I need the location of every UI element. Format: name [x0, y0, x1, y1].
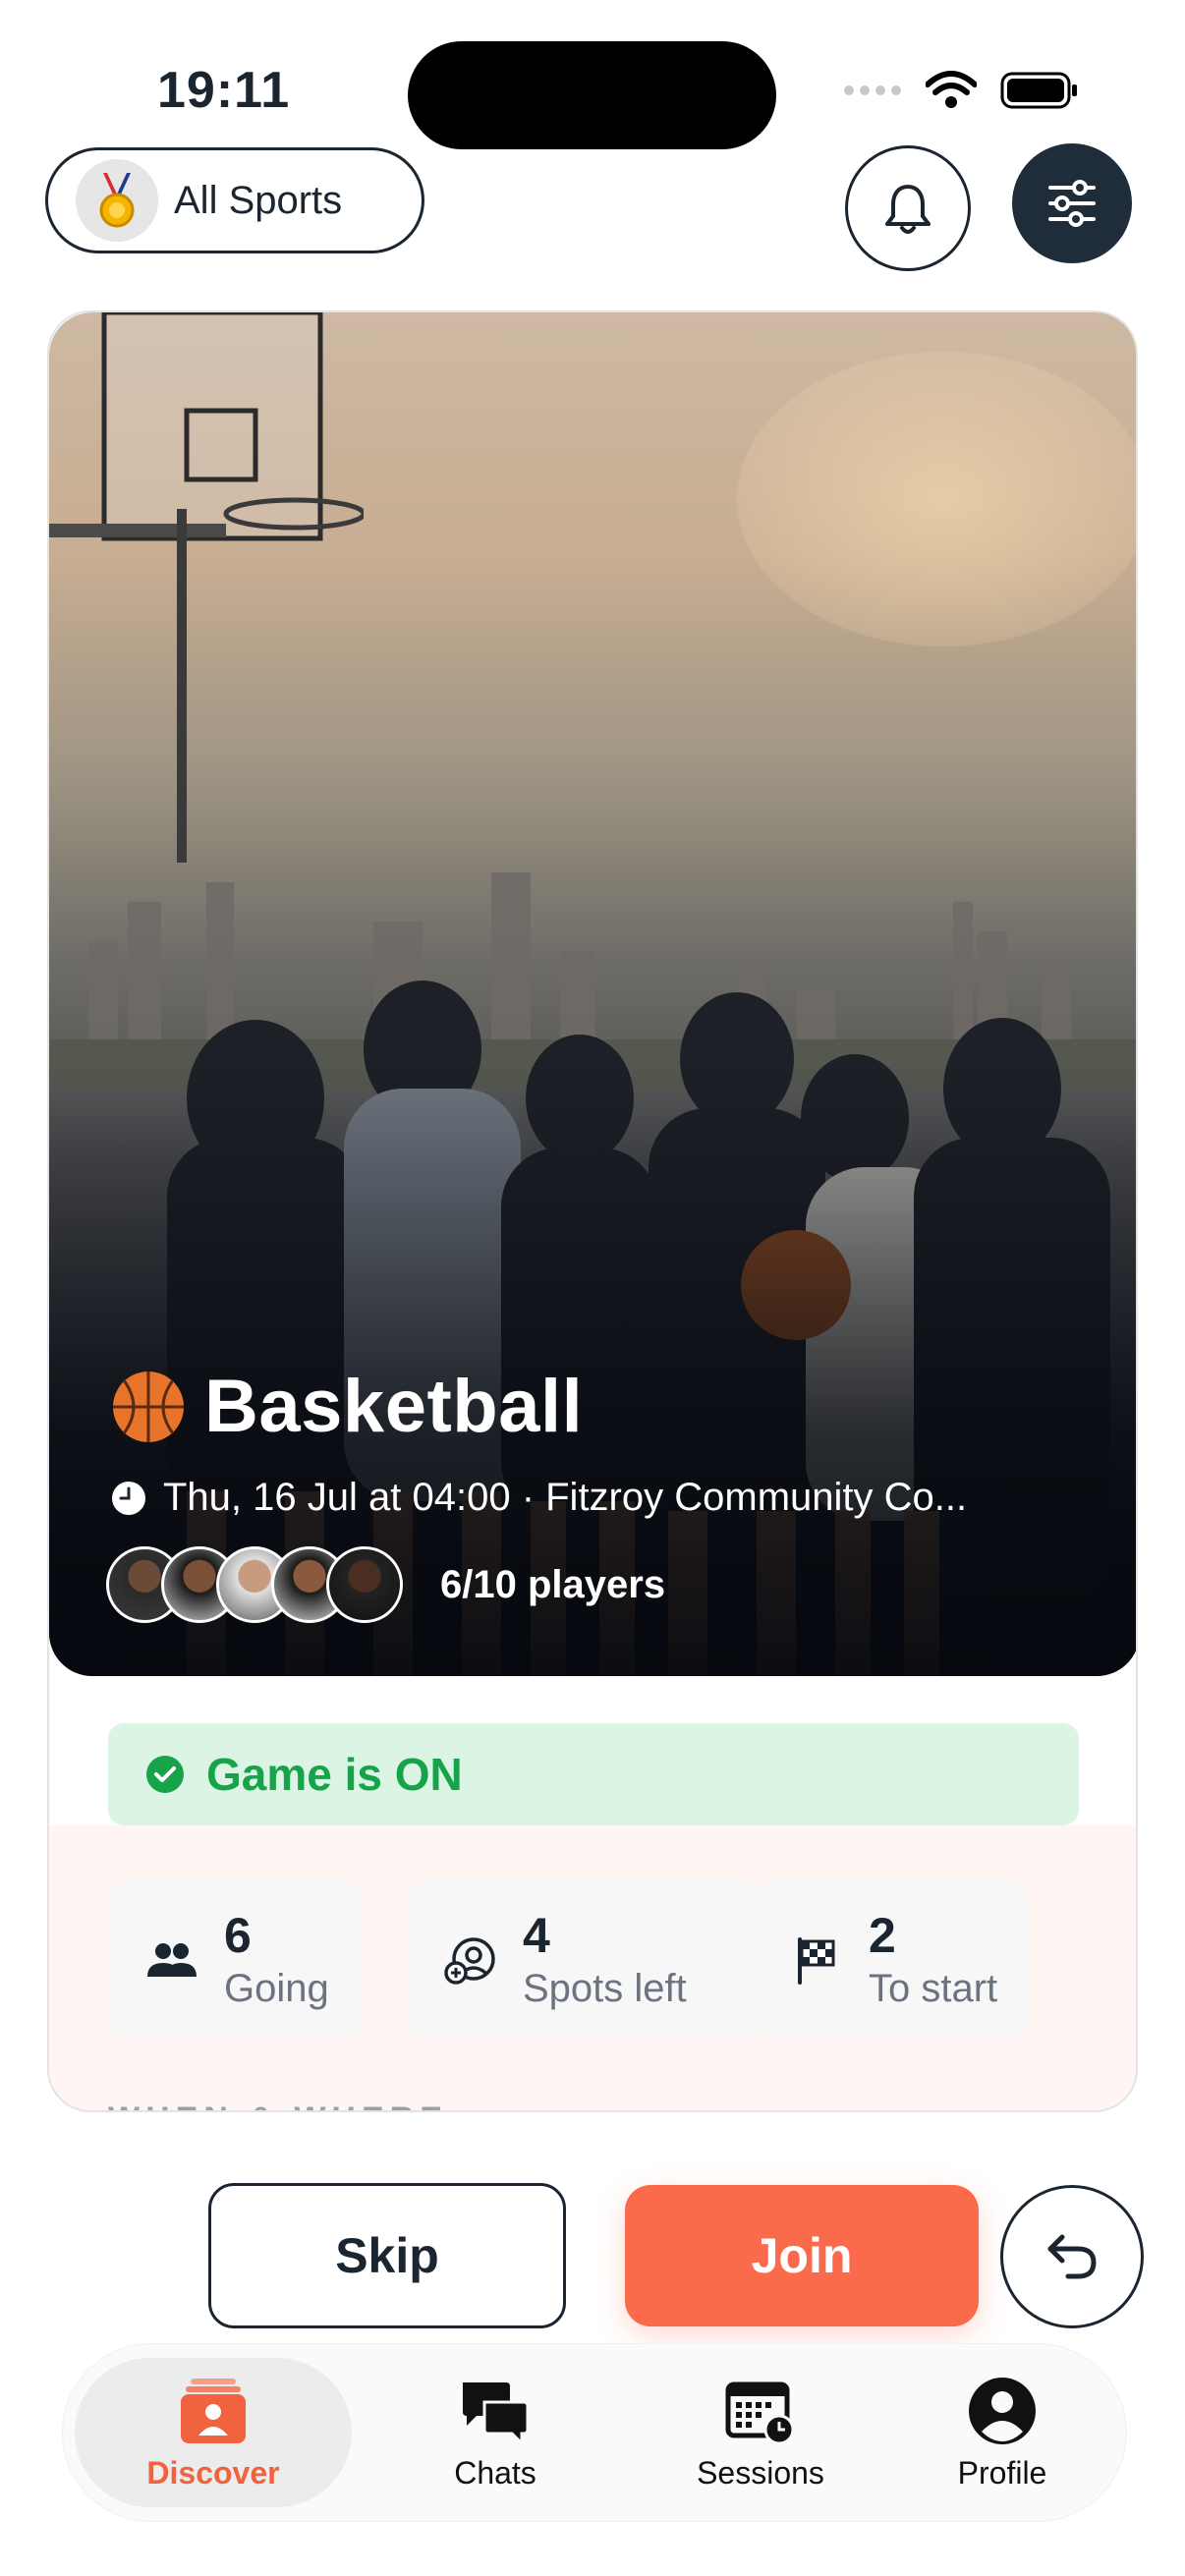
filter-settings-button[interactable] [1012, 143, 1132, 263]
people-icon [147, 1943, 197, 1977]
stat-to-start: 2 To start [753, 1880, 1028, 2040]
bell-icon [885, 185, 931, 234]
to-start-label: To start [869, 1967, 998, 2010]
join-button[interactable]: Join [625, 2185, 979, 2326]
sport-filter-button[interactable]: All Sports [45, 147, 424, 253]
tab-bar: Discover Chats Sessions Profile [63, 2344, 1126, 2521]
when-where-heading: WHEN & WHERE [108, 2100, 448, 2110]
undo-icon [1047, 2234, 1097, 2279]
tab-profile[interactable]: Profile [894, 2344, 1110, 2521]
stat-spots-left: 4 Spots left [407, 1880, 761, 2040]
tab-profile-label: Profile [957, 2454, 1047, 2491]
dynamic-island [408, 41, 776, 149]
add-person-icon [444, 1937, 495, 1985]
chats-icon [463, 2381, 530, 2447]
to-start-count: 2 [869, 1908, 896, 1963]
basketball-icon [113, 1371, 184, 1442]
discover-icon [181, 2378, 246, 2443]
tab-sessions[interactable]: Sessions [643, 2344, 878, 2521]
tab-sessions-label: Sessions [697, 2454, 824, 2491]
game-meta-text: Thu, 16 Jul at 04:00 · Fitzroy Community… [163, 1476, 968, 1519]
stat-going: 6 Going [108, 1880, 364, 2040]
tab-discover-label: Discover [146, 2454, 280, 2491]
game-status-banner: Game is ON [108, 1723, 1079, 1825]
medal-icon [76, 159, 158, 242]
status-time: 19:11 [157, 62, 291, 119]
skip-button[interactable]: Skip [208, 2183, 566, 2328]
game-datetime-location: Thu, 16 Jul at 04:00 · Fitzroy Community… [110, 1476, 967, 1520]
status-icons [843, 71, 1079, 110]
check-circle-icon [146, 1756, 184, 1793]
sport-name: Basketball [204, 1365, 584, 1448]
spots-left-label: Spots left [523, 1967, 687, 2010]
player-summary[interactable]: 6/10 players [106, 1546, 665, 1623]
going-count: 6 [224, 1908, 252, 1963]
avatar [326, 1546, 403, 1623]
checkered-flag-icon [798, 1937, 835, 1985]
game-card[interactable]: Basketball Thu, 16 Jul at 04:00 · Fitzro… [47, 310, 1138, 2112]
undo-button[interactable] [1000, 2185, 1144, 2328]
game-photo: Basketball Thu, 16 Jul at 04:00 · Fitzro… [49, 312, 1136, 1676]
tab-chats[interactable]: Chats [387, 2344, 603, 2521]
players-count: 6/10 players [440, 1562, 666, 1606]
battery-icon [1000, 72, 1077, 109]
going-label: Going [224, 1967, 329, 2010]
spots-left-count: 4 [523, 1908, 550, 1963]
player-avatars [106, 1546, 403, 1623]
sport-title: Basketball [110, 1364, 583, 1449]
clock-icon [112, 1481, 145, 1515]
tab-discover[interactable]: Discover [75, 2344, 352, 2521]
game-status-label: Game is ON [206, 1749, 463, 1800]
notifications-button[interactable] [845, 145, 971, 271]
sliders-icon [1048, 180, 1096, 227]
sport-filter-label: All Sports [174, 178, 343, 222]
tab-chats-label: Chats [454, 2454, 536, 2491]
profile-icon [969, 2377, 1036, 2444]
wifi-icon [926, 71, 977, 108]
cellular-icon [844, 85, 901, 95]
sessions-icon [725, 2381, 795, 2444]
